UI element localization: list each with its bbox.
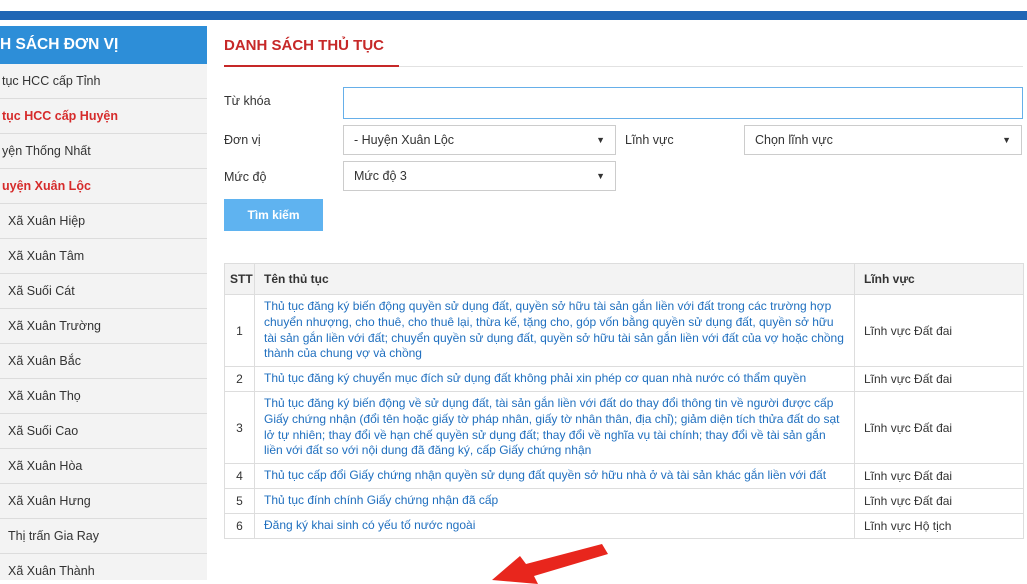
unit-select-value: - Huyện Xuân Lộc bbox=[354, 133, 455, 147]
search-button[interactable]: Tìm kiếm bbox=[224, 199, 323, 231]
row-field: Lĩnh vực Đất đai bbox=[854, 463, 1024, 489]
caret-down-icon: ▼ bbox=[596, 135, 605, 145]
sidebar-item[interactable]: Thị trấn Gia Ray bbox=[0, 519, 207, 554]
sidebar-item[interactable]: yện Thống Nhất bbox=[0, 134, 207, 169]
row-stt: 3 bbox=[224, 390, 255, 465]
row-stt: 1 bbox=[224, 293, 255, 368]
keyword-label: Từ khóa bbox=[224, 94, 271, 108]
red-arrow-annotation bbox=[492, 544, 608, 584]
row-field: Lĩnh vực Đất đai bbox=[854, 390, 1024, 465]
title-underline bbox=[224, 65, 399, 67]
procedure-table: STT Tên thủ tục Lĩnh vực 1 Thủ tục đăng k… bbox=[224, 263, 1024, 539]
sidebar-item[interactable]: Xã Xuân Bắc bbox=[0, 344, 207, 379]
sidebar-item[interactable]: Xã Xuân Hưng bbox=[0, 484, 207, 519]
row-stt: 5 bbox=[224, 487, 255, 514]
sidebar-header: H SÁCH ĐƠN VỊ bbox=[0, 26, 207, 64]
row-name-cell: Thủ tục cấp đổi Giấy chứng nhận quyền sử… bbox=[254, 463, 855, 489]
field-header: Lĩnh vực bbox=[854, 263, 1024, 295]
level-select[interactable]: Mức độ 3 ▼ bbox=[343, 161, 616, 191]
sidebar-item[interactable]: Xã Xuân Trường bbox=[0, 309, 207, 344]
keyword-input[interactable] bbox=[343, 87, 1023, 119]
table-body: 1 Thủ tục đăng ký biến động quyền sử dụng… bbox=[224, 293, 1024, 539]
procedure-link[interactable]: Thủ tục đăng ký chuyển mục đích sử dụng … bbox=[264, 371, 845, 387]
table-row: 2 Thủ tục đăng ký chuyển mục đích sử dụng… bbox=[224, 366, 1024, 392]
unit-sidebar: H SÁCH ĐƠN VỊ tục HCC cấp Tỉnh tục HCC cấ… bbox=[0, 26, 207, 580]
table-row: 3 Thủ tục đăng ký biến động về sử dụng đấ… bbox=[224, 390, 1024, 465]
sidebar-item[interactable]: tục HCC cấp Tỉnh bbox=[0, 64, 207, 99]
field-label: Lĩnh vực bbox=[625, 133, 674, 147]
arrow-shape bbox=[492, 544, 608, 584]
sidebar-item[interactable]: Xã Suối Cát bbox=[0, 274, 207, 309]
row-field: Lĩnh vực Đất đai bbox=[854, 293, 1024, 368]
level-label: Mức độ bbox=[224, 170, 267, 184]
name-header: Tên thủ tục bbox=[254, 263, 855, 295]
table-row: 5 Thủ tục đính chính Giấy chứng nhận đã c… bbox=[224, 487, 1024, 514]
sidebar-item[interactable]: tục HCC cấp Huyện bbox=[0, 99, 207, 134]
procedure-link[interactable]: Thủ tục đăng ký biến động quyền sử dụng … bbox=[264, 299, 845, 362]
row-name-cell: Thủ tục đăng ký biến động về sử dụng đất… bbox=[254, 390, 855, 465]
stt-header: STT bbox=[224, 263, 255, 295]
page-title: DANH SÁCH THỦ TỤC bbox=[224, 37, 384, 54]
row-field: Lĩnh vực Hộ tịch bbox=[854, 512, 1024, 539]
level-select-value: Mức độ 3 bbox=[354, 169, 407, 183]
row-field: Lĩnh vực Đất đai bbox=[854, 366, 1024, 392]
table-header-row: STT Tên thủ tục Lĩnh vực bbox=[224, 263, 1024, 295]
procedure-link[interactable]: Thủ tục đăng ký biến động về sử dụng đất… bbox=[264, 396, 845, 459]
row-stt: 2 bbox=[224, 366, 255, 392]
field-select-value: Chọn lĩnh vực bbox=[755, 133, 833, 147]
field-select[interactable]: Chọn lĩnh vực ▼ bbox=[744, 125, 1022, 155]
table-row: 1 Thủ tục đăng ký biến động quyền sử dụng… bbox=[224, 293, 1024, 368]
row-name-cell: Thủ tục đăng ký chuyển mục đích sử dụng … bbox=[254, 366, 855, 392]
row-field: Lĩnh vực Đất đai bbox=[854, 487, 1024, 514]
sidebar-list: tục HCC cấp Tỉnh tục HCC cấp Huyện yện Thố… bbox=[0, 64, 207, 580]
sidebar-item[interactable]: Xã Xuân Hòa bbox=[0, 449, 207, 484]
row-name-cell: Thủ tục đăng ký biến động quyền sử dụng … bbox=[254, 293, 855, 368]
sidebar-item[interactable]: Xã Xuân Hiệp bbox=[0, 204, 207, 239]
sidebar-item[interactable]: Xã Suối Cao bbox=[0, 414, 207, 449]
row-stt: 6 bbox=[224, 512, 255, 539]
top-banner bbox=[0, 0, 1027, 20]
procedure-link[interactable]: Đăng ký khai sinh có yếu tố nước ngoài bbox=[264, 518, 845, 534]
procedure-link[interactable]: Thủ tục đính chính Giấy chứng nhận đã cấ… bbox=[264, 493, 845, 509]
procedure-link[interactable]: Thủ tục cấp đổi Giấy chứng nhận quyền sử… bbox=[264, 468, 845, 484]
sidebar-item[interactable]: Xã Xuân Thành bbox=[0, 554, 207, 580]
caret-down-icon: ▼ bbox=[596, 171, 605, 181]
row-name-cell: Thủ tục đính chính Giấy chứng nhận đã cấ… bbox=[254, 487, 855, 514]
unit-label: Đơn vị bbox=[224, 133, 261, 147]
unit-select[interactable]: - Huyện Xuân Lộc ▼ bbox=[343, 125, 616, 155]
sidebar-item[interactable]: Xã Xuân Tâm bbox=[0, 239, 207, 274]
sidebar-item[interactable]: Xã Xuân Thọ bbox=[0, 379, 207, 414]
sidebar-item[interactable]: uyện Xuân Lộc bbox=[0, 169, 207, 204]
table-row: 4 Thủ tục cấp đổi Giấy chứng nhận quyền s… bbox=[224, 463, 1024, 489]
row-stt: 4 bbox=[224, 463, 255, 489]
top-banner-bar bbox=[0, 11, 1027, 20]
caret-down-icon: ▼ bbox=[1002, 135, 1011, 145]
row-name-cell: Đăng ký khai sinh có yếu tố nước ngoài bbox=[254, 512, 855, 539]
table-row: 6 Đăng ký khai sinh có yếu tố nước ngoài L… bbox=[224, 512, 1024, 539]
